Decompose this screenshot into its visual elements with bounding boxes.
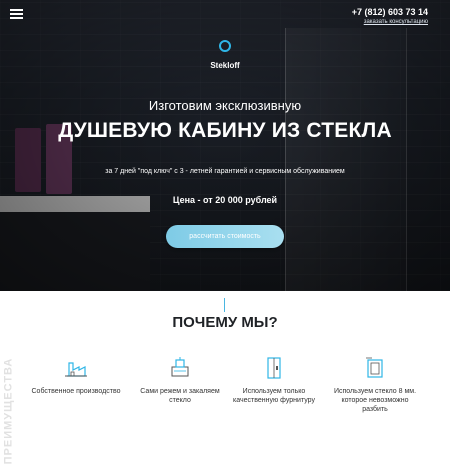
consultation-link[interactable]: заказать консультацию (364, 19, 428, 25)
section-title: ПОЧЕМУ МЫ? (172, 314, 278, 331)
door-hardware-icon (261, 355, 287, 381)
hamburger-menu-icon[interactable] (10, 9, 23, 19)
side-label-text: ПРЕИМУЩЕСТВА (2, 357, 15, 464)
logo[interactable]: Stekloff (206, 40, 244, 74)
hero-subtitle: Изготовим эксклюзивную (148, 98, 302, 113)
hero-banner: +7 (812) 603 73 14 заказать консультацию… (0, 0, 450, 291)
glass-thickness-icon (362, 355, 388, 381)
glass-cutting-icon (167, 355, 193, 381)
feature-item: Используем стекло 8 мм. которое невозмож… (330, 355, 420, 414)
feature-label: Используем только качественную фурнитуру (233, 388, 315, 404)
factory-icon (63, 355, 89, 381)
feature-item: Используем только качественную фурнитуру (229, 355, 319, 405)
calculate-cost-button[interactable]: рассчитать стоимость (166, 225, 284, 248)
logo-ring-icon (219, 40, 231, 52)
hero-title: ДУШЕВУЮ КАБИНУ ИЗ СТЕКЛА (58, 119, 392, 142)
feature-item: Сами режем и закаляем стекло (135, 355, 225, 405)
phone-number[interactable]: +7 (812) 603 73 14 (352, 7, 428, 17)
feature-label: Сами режем и закаляем стекло (140, 388, 220, 404)
logo-text: Stekloff (210, 61, 240, 70)
feature-item: Собственное производство (31, 355, 121, 396)
section-divider (224, 298, 225, 312)
hero-description: за 7 дней "под ключ" с 3 - летней гарант… (105, 168, 345, 175)
feature-label: Используем стекло 8 мм. которое невозмож… (333, 388, 417, 413)
feature-label: Собственное производство (31, 388, 121, 395)
hero-price: Цена - от 20 000 рублей (172, 195, 278, 205)
